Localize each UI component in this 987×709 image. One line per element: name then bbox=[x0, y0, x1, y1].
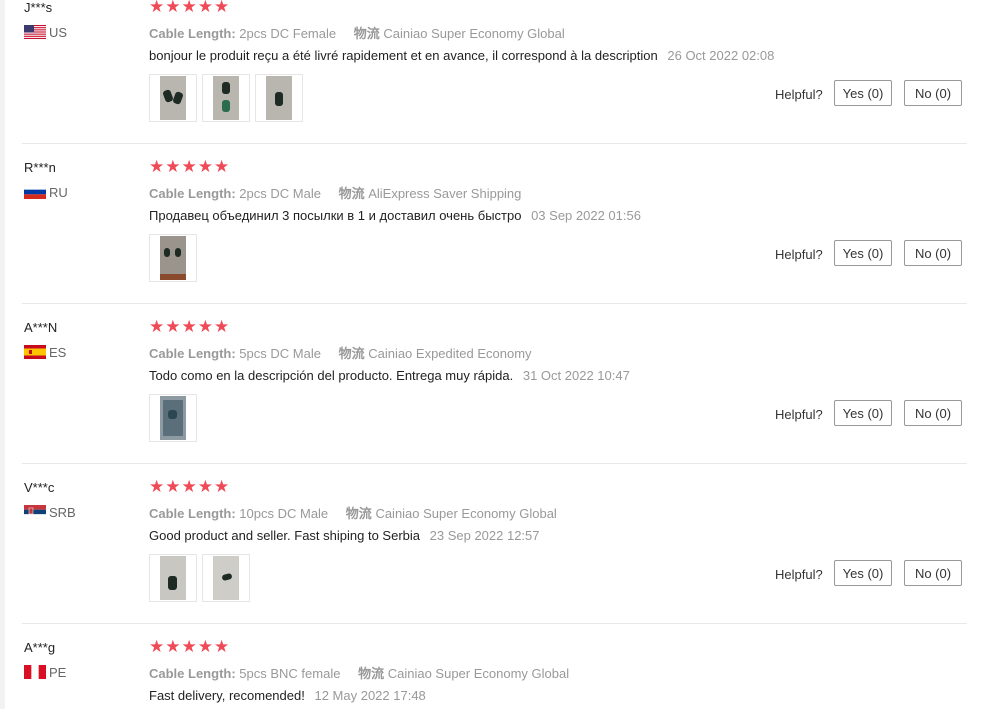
helpful-no-button[interactable]: No (0) bbox=[904, 560, 962, 586]
review-photos bbox=[149, 74, 303, 122]
review-sku-info: Cable Length: 5pcs DC Male 物流 Cainiao Ex… bbox=[149, 343, 532, 362]
attr-value: 10pcs DC Male bbox=[239, 506, 329, 521]
es-flag-icon bbox=[24, 345, 46, 359]
attr-value: 2pcs DC Male bbox=[239, 186, 321, 201]
attr-label: Cable Length: bbox=[149, 186, 236, 201]
review-sku-info: Cable Length: 2pcs DC Female 物流 Cainiao … bbox=[149, 23, 565, 42]
helpful-label: Helpful? bbox=[775, 567, 823, 582]
review-sku-info: Cable Length: 10pcs DC Male 物流 Cainiao S… bbox=[149, 503, 557, 522]
review-divider bbox=[22, 303, 967, 304]
review-date: 23 Sep 2022 12:57 bbox=[429, 528, 540, 543]
review-body: Good product and seller. Fast shiping to… bbox=[149, 528, 420, 543]
country-code: ES bbox=[49, 344, 67, 360]
reviewer-name: V***c bbox=[24, 480, 55, 495]
reviewer-name: A***N bbox=[24, 320, 58, 335]
review-text: Good product and seller. Fast shiping to… bbox=[149, 528, 540, 543]
helpful-yes-button[interactable]: Yes (0) bbox=[834, 80, 892, 106]
reviewer-name: A***g bbox=[24, 640, 56, 655]
review-divider bbox=[22, 143, 967, 144]
review-photo-thumbnail[interactable] bbox=[202, 554, 250, 602]
shipping-label: 物流 bbox=[358, 666, 385, 681]
review-divider bbox=[22, 623, 967, 624]
shipping-value: Cainiao Super Economy Global bbox=[387, 666, 570, 681]
review-item: A***g PE ★★★★★ Cable Length: 5pcs BNC fe… bbox=[0, 637, 987, 709]
ru-flag-icon bbox=[24, 185, 46, 199]
rs-flag-icon bbox=[24, 505, 46, 519]
shipping-label: 物流 bbox=[338, 186, 365, 201]
review-photo-thumbnail[interactable] bbox=[149, 394, 197, 442]
us-flag-icon bbox=[24, 25, 46, 39]
shipping-label: 物流 bbox=[338, 346, 365, 361]
attr-value: 2pcs DC Female bbox=[239, 26, 337, 41]
reviewer-name: R***n bbox=[24, 160, 56, 175]
review-text: bonjour le produit reçu a été livré rapi… bbox=[149, 48, 774, 63]
shipping-value: Cainiao Super Economy Global bbox=[375, 506, 557, 521]
reviewer-name: J***s bbox=[24, 0, 53, 15]
review-photo-thumbnail[interactable] bbox=[149, 234, 197, 282]
shipping-value: AliExpress Saver Shipping bbox=[368, 186, 522, 201]
review-item: V***c SRB ★★★★★ Cable Length: 10pcs DC M… bbox=[0, 477, 987, 640]
shipping-value: Cainiao Super Economy Global bbox=[383, 26, 565, 41]
review-photo-thumbnail[interactable] bbox=[149, 554, 197, 602]
helpful-no-button[interactable]: No (0) bbox=[904, 400, 962, 426]
attr-value: 5pcs BNC female bbox=[239, 666, 341, 681]
pe-flag-icon bbox=[24, 665, 46, 679]
review-text: Продавец объединил 3 посылки в 1 и доста… bbox=[149, 208, 641, 223]
review-photo-thumbnail[interactable] bbox=[149, 74, 197, 122]
review-date: 31 Oct 2022 10:47 bbox=[522, 368, 630, 383]
helpful-yes-button[interactable]: Yes (0) bbox=[834, 560, 892, 586]
star-rating: ★★★★★ bbox=[149, 477, 231, 496]
review-date: 03 Sep 2022 01:56 bbox=[531, 208, 641, 223]
shipping-label: 物流 bbox=[345, 506, 372, 521]
review-text: Fast delivery, recomended! 12 May 2022 1… bbox=[149, 688, 426, 703]
review-photos bbox=[149, 394, 197, 442]
country-code: PE bbox=[49, 664, 67, 680]
helpful-label: Helpful? bbox=[775, 407, 823, 422]
helpful-yes-button[interactable]: Yes (0) bbox=[834, 400, 892, 426]
review-body: Fast delivery, recomended! bbox=[149, 688, 305, 703]
attr-label: Cable Length: bbox=[149, 26, 236, 41]
review-photo-thumbnail[interactable] bbox=[202, 74, 250, 122]
attr-value: 5pcs DC Male bbox=[239, 346, 321, 361]
attr-label: Cable Length: bbox=[149, 666, 236, 681]
attr-label: Cable Length: bbox=[149, 506, 236, 521]
country-code: RU bbox=[49, 184, 68, 200]
review-sku-info: Cable Length: 5pcs BNC female 物流 Cainiao… bbox=[149, 663, 569, 682]
country-code: US bbox=[49, 24, 68, 40]
helpful-yes-button[interactable]: Yes (0) bbox=[834, 240, 892, 266]
review-body: Todo como en la descripción del producto… bbox=[149, 368, 514, 383]
review-body: bonjour le produit reçu a été livré rapi… bbox=[149, 48, 658, 63]
review-divider bbox=[22, 463, 967, 464]
review-date: 26 Oct 2022 02:08 bbox=[667, 48, 775, 63]
helpful-label: Helpful? bbox=[775, 87, 823, 102]
country-code: SRB bbox=[49, 504, 76, 520]
review-date: 12 May 2022 17:48 bbox=[314, 688, 426, 703]
review-photo-thumbnail[interactable] bbox=[255, 74, 303, 122]
star-rating: ★★★★★ bbox=[149, 0, 231, 16]
reviewer-country: SRB bbox=[24, 504, 76, 520]
review-item: R***n RU ★★★★★ Cable Length: 2pcs DC Mal… bbox=[0, 157, 987, 320]
helpful-no-button[interactable]: No (0) bbox=[904, 80, 962, 106]
review-text: Todo como en la descripción del producto… bbox=[149, 368, 630, 383]
review-item: J***s US ★★★★★ Cable Length: 2pcs DC Fem… bbox=[0, 0, 987, 160]
helpful-no-button[interactable]: No (0) bbox=[904, 240, 962, 266]
star-rating: ★★★★★ bbox=[149, 317, 231, 336]
review-sku-info: Cable Length: 2pcs DC Male 物流 AliExpress… bbox=[149, 183, 521, 202]
review-photos bbox=[149, 554, 250, 602]
review-photos bbox=[149, 234, 197, 282]
review-body: Продавец объединил 3 посылки в 1 и доста… bbox=[149, 208, 522, 223]
reviewer-country: US bbox=[24, 24, 68, 40]
star-rating: ★★★★★ bbox=[149, 157, 231, 176]
shipping-value: Cainiao Expedited Economy bbox=[368, 346, 532, 361]
reviewer-country: ES bbox=[24, 344, 67, 360]
shipping-label: 物流 bbox=[353, 26, 380, 41]
reviewer-country: PE bbox=[24, 664, 67, 680]
attr-label: Cable Length: bbox=[149, 346, 236, 361]
review-item: A***N ES ★★★★★ Cable Length: 5pcs DC Mal… bbox=[0, 317, 987, 480]
reviewer-country: RU bbox=[24, 184, 68, 200]
star-rating: ★★★★★ bbox=[149, 637, 231, 656]
helpful-label: Helpful? bbox=[775, 247, 823, 262]
